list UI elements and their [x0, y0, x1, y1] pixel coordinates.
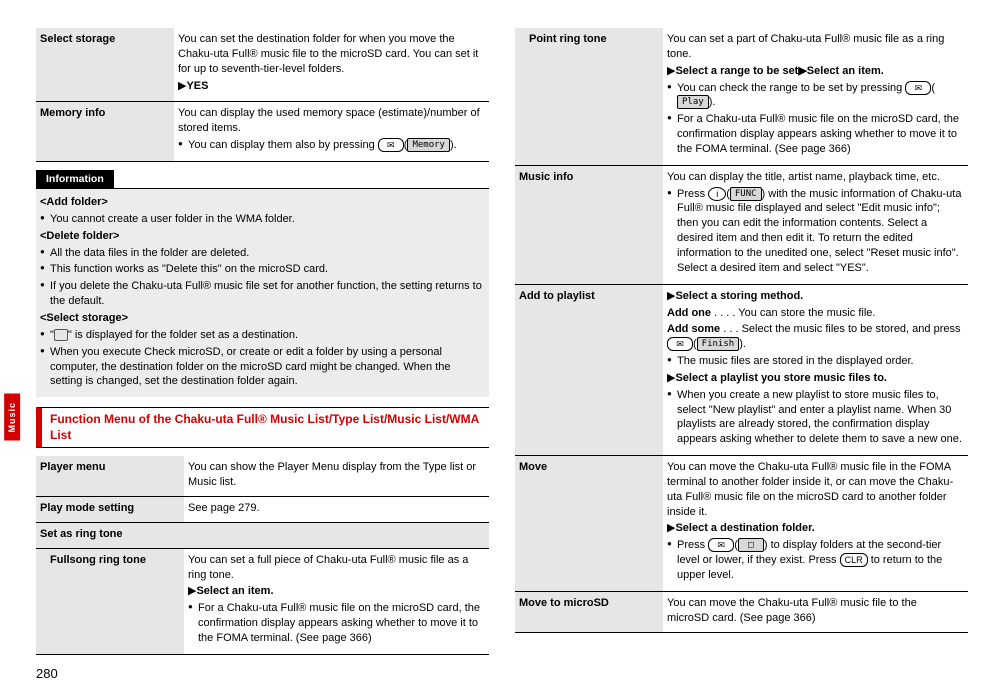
row-music-info: Music info You can display the title, ar…	[515, 165, 968, 284]
label-select-storage: Select storage	[36, 28, 174, 102]
information-block: Information <Add folder> You cannot crea…	[36, 170, 489, 397]
desc-move-microsd: You can move the Chaku-uta Full® music f…	[663, 591, 968, 632]
function-menu-header: Function Menu of the Chaku-uta Full® Mus…	[36, 407, 489, 448]
add-some: Add some	[667, 323, 720, 335]
play-softkey-icon: Play	[677, 95, 709, 109]
table-a: Select storage You can set the destinati…	[36, 28, 489, 162]
right-column: Point ring tone You can set a part of Ch…	[515, 28, 968, 663]
bullet: "" is displayed for the folder set as a …	[40, 328, 483, 343]
row-play-mode: Play mode setting See page 279.	[36, 497, 489, 523]
bullet: Press i(FUNC) with the music information…	[667, 187, 962, 276]
add-folder-heading: <Add folder>	[40, 195, 483, 210]
t: You can check the range to be set by pre…	[677, 82, 905, 94]
t: " is displayed for the folder set as a d…	[68, 329, 298, 341]
t: ).	[709, 96, 716, 108]
bullet: If you delete the Chaku-uta Full® music …	[40, 279, 483, 309]
desc-select-storage: You can set the destination folder for w…	[174, 28, 489, 102]
mail-key-icon: ✉	[905, 81, 931, 95]
row-memory-info: Memory info You can display the used mem…	[36, 102, 489, 162]
t: ) with the music information of Chaku-ut…	[677, 188, 961, 274]
desc-fullsong: You can set a full piece of Chaku-uta Fu…	[184, 548, 489, 654]
bullet: Press ✉(□) to display folders at the sec…	[667, 538, 962, 583]
folder-icon	[54, 329, 68, 341]
side-tab-music: Music	[4, 394, 20, 441]
page-number: 280	[36, 665, 58, 683]
desc-memory-info: You can display the used memory space (e…	[174, 102, 489, 162]
yes-text: YES	[186, 80, 208, 92]
func-softkey-icon: FUNC	[730, 187, 762, 201]
desc-point-ring: You can set a part of Chaku-uta Full® mu…	[663, 28, 968, 165]
t: . . . . You can store the music file.	[711, 307, 875, 319]
t: Press	[677, 539, 708, 551]
table-b: Player menu You can show the Player Menu…	[36, 456, 489, 654]
t: You can set a part of Chaku-uta Full® mu…	[667, 32, 962, 62]
step: Select an item.	[196, 585, 273, 597]
mail-key-icon: ✉	[667, 337, 693, 351]
t: . . . Select the music files to be store…	[720, 323, 960, 335]
label-music-info: Music info	[515, 165, 663, 284]
select-storage-heading: <Select storage>	[40, 311, 483, 326]
label-set-ring-tone: Set as ring tone	[36, 522, 489, 548]
label-memory-info: Memory info	[36, 102, 174, 162]
text: You can set the destination folder for w…	[178, 32, 483, 77]
desc-music-info: You can display the title, artist name, …	[663, 165, 968, 284]
bullet: The music files are stored in the displa…	[667, 354, 962, 369]
t: ).	[450, 139, 457, 151]
i-key-icon: i	[708, 187, 726, 201]
step: Select a playlist you store music files …	[675, 372, 887, 384]
step: Select a destination folder.	[675, 522, 814, 534]
label-add-playlist: Add to playlist	[515, 284, 663, 455]
row-select-storage: Select storage You can set the destinati…	[36, 28, 489, 102]
step: Select a range to be set▶Select an item.	[675, 65, 883, 77]
desc-add-playlist: Select a storing method. Add one . . . .…	[663, 284, 968, 455]
t: You can move the Chaku-uta Full® music f…	[667, 460, 962, 519]
mail-key-icon: ✉	[378, 138, 404, 152]
label-point-ring: Point ring tone	[515, 28, 663, 165]
information-header: Information	[36, 170, 114, 188]
desc-player-menu: You can show the Player Menu display fro…	[184, 456, 489, 496]
text: You can display the used memory space (e…	[178, 106, 483, 136]
row-player-menu: Player menu You can show the Player Menu…	[36, 456, 489, 496]
label-player-menu: Player menu	[36, 456, 184, 496]
row-move: Move You can move the Chaku-uta Full® mu…	[515, 456, 968, 592]
desc-move: You can move the Chaku-uta Full® music f…	[663, 456, 968, 592]
label-move-microsd: Move to microSD	[515, 591, 663, 632]
information-body: <Add folder> You cannot create a user fo…	[36, 188, 489, 397]
bullet: You cannot create a user folder in the W…	[40, 212, 483, 227]
t: Press	[677, 188, 708, 200]
memory-softkey-icon: Memory	[407, 138, 450, 152]
clr-key-icon: CLR	[840, 553, 868, 567]
add-one: Add one	[667, 307, 711, 319]
row-fullsong: Fullsong ring tone You can set a full pi…	[36, 548, 489, 654]
bullet: All the data files in the folder are del…	[40, 246, 483, 261]
bullet: You can check the range to be set by pre…	[667, 81, 962, 111]
t: You can set a full piece of Chaku-uta Fu…	[188, 553, 483, 583]
t: You can display them also by pressing	[188, 139, 378, 151]
row-set-ring-tone: Set as ring tone	[36, 522, 489, 548]
bullet: When you execute Check microSD, or creat…	[40, 345, 483, 390]
label-play-mode: Play mode setting	[36, 497, 184, 523]
delete-folder-heading: <Delete folder>	[40, 229, 483, 244]
bullet: For a Chaku-uta Full® music file on the …	[188, 601, 483, 646]
label-move: Move	[515, 456, 663, 592]
t: You can display the title, artist name, …	[667, 170, 962, 185]
step: Select a storing method.	[675, 290, 803, 302]
bullet: You can display them also by pressing ✉(…	[178, 138, 483, 153]
row-add-playlist: Add to playlist Select a storing method.…	[515, 284, 968, 455]
mail-key-icon: ✉	[708, 538, 734, 552]
label-fullsong: Fullsong ring tone	[36, 548, 184, 654]
table-c: Point ring tone You can set a part of Ch…	[515, 28, 968, 633]
row-move-microsd: Move to microSD You can move the Chaku-u…	[515, 591, 968, 632]
t: ).	[739, 338, 746, 350]
blank-softkey-icon: □	[738, 538, 764, 552]
finish-softkey-icon: Finish	[697, 337, 740, 351]
bullet: When you create a new playlist to store …	[667, 388, 962, 447]
left-column: Select storage You can set the destinati…	[36, 28, 489, 663]
desc-play-mode: See page 279.	[184, 497, 489, 523]
bullet: This function works as "Delete this" on …	[40, 262, 483, 277]
bullet: For a Chaku-uta Full® music file on the …	[667, 112, 962, 157]
row-point-ring: Point ring tone You can set a part of Ch…	[515, 28, 968, 165]
